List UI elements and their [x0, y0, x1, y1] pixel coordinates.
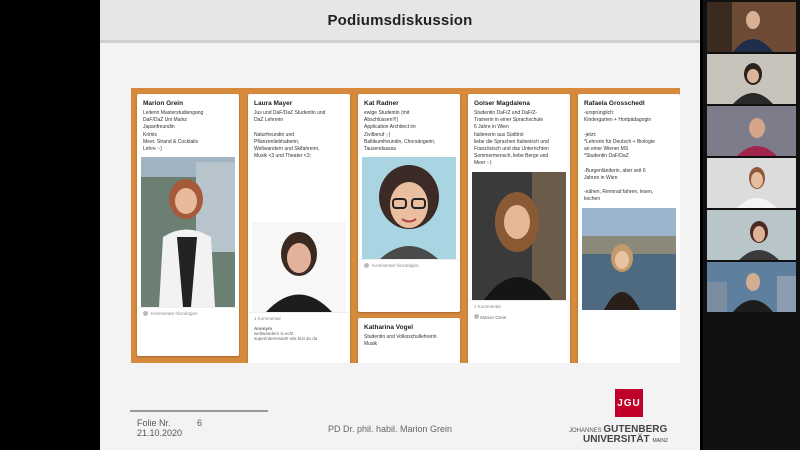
post-author-name: Marion Grein: [143, 100, 184, 107]
comment-count[interactable]: 1 Kommentar: [468, 299, 570, 312]
comment: Marion Grein: [468, 312, 570, 322]
post-photo: [472, 171, 566, 300]
presentation-slide: Podiumsdiskussion Marion Grein Leiterin …: [100, 0, 700, 450]
post-card-laura-mayer[interactable]: Laura Mayer Jus und DaF/DaZ Studentin un…: [248, 94, 350, 363]
participant-video: [707, 2, 796, 52]
board-column-3: Kat Radner ewige Studentin (mit Abschlüs…: [358, 94, 460, 363]
add-comment-bar[interactable]: Kommentar hinzufügen: [358, 259, 460, 271]
participant-video-tile[interactable]: [707, 210, 796, 260]
slide-header: Podiumsdiskussion: [100, 0, 700, 43]
person-photo: [252, 222, 346, 313]
post-card-marion-grein[interactable]: Marion Grein Leiterin Masterstudiengang …: [137, 94, 239, 356]
slide-date: 21.10.2020: [137, 428, 183, 438]
post-author-name: Laura Mayer: [254, 100, 293, 107]
board-column-4: Golser Magdalena Studentin DaF/Z und DaF…: [468, 94, 570, 363]
comment: Anonym weltwandern is echt superinteress…: [254, 326, 318, 342]
board-column-5: Rafaela Grosschedl -ursprünglich: Kinder…: [578, 94, 680, 363]
post-text: Studentin DaF/Z und DaF/Z- Trainerin in …: [474, 110, 549, 167]
post-photo: [252, 222, 346, 313]
post-text: Leiterin Masterstudiengang DaF/DaZ Uni M…: [143, 110, 204, 153]
post-photo: [141, 157, 235, 308]
post-card-rafaela-grosschedl[interactable]: Rafaela Grosschedl -ursprünglich: Kinder…: [578, 94, 680, 363]
video-participants-strip: [703, 0, 800, 450]
participant-video-tile[interactable]: [707, 2, 796, 52]
avatar-icon: [474, 313, 479, 319]
person-photo: [141, 157, 235, 308]
add-comment-bar[interactable]: Kommentar hinzufügen: [137, 307, 239, 319]
post-card-golser-magdalena[interactable]: Golser Magdalena Studentin DaF/Z und DaF…: [468, 94, 570, 363]
participant-video-tile[interactable]: [707, 158, 796, 208]
slide-author: PD Dr. phil. habil. Marion Grein: [328, 424, 453, 434]
participant-video: [707, 262, 796, 312]
post-card-kat-radner[interactable]: Kat Radner ewige Studentin (mit Abschlüs…: [358, 94, 460, 312]
board-column-1: Marion Grein Leiterin Masterstudiengang …: [137, 94, 239, 363]
university-logo-mark: JGU: [615, 389, 643, 417]
post-author-name: Golser Magdalena: [474, 100, 530, 107]
post-author-name: Kat Radner: [364, 100, 399, 107]
post-card-katharina-vogel[interactable]: Katharina Vogel Studentin und Volksschul…: [358, 318, 460, 363]
person-photo: [582, 207, 676, 310]
post-text: Studentin und Volksschullehrerin Musik: [364, 334, 437, 348]
padlet-board[interactable]: Marion Grein Leiterin Masterstudiengang …: [131, 88, 680, 363]
post-text: ewige Studentin (mit Abschlüssen!!!) App…: [364, 110, 436, 153]
footer-divider: [130, 410, 268, 412]
participant-video-tile[interactable]: [707, 54, 796, 104]
avatar-illustration: [362, 157, 456, 260]
avatar-icon: [364, 263, 369, 269]
add-comment-label: Kommentar hinzufügen: [151, 311, 198, 317]
participant-video: [707, 54, 796, 104]
post-text: Jus und DaF/DaZ Studentin und DaZ Lehrer…: [254, 110, 326, 160]
university-name-line-2: UNIVERSITÄT MAINZ: [583, 434, 669, 445]
avatar-icon: [143, 311, 148, 317]
person-photo: [472, 171, 566, 300]
slide-title: Podiumsdiskussion: [327, 11, 473, 29]
participant-video: [707, 106, 796, 156]
post-author-name: Rafaela Grosschedl: [584, 100, 645, 107]
participant-video-tile[interactable]: [707, 262, 796, 312]
slide-number-label: Folie Nr.: [137, 418, 171, 428]
post-author-name: Katharina Vogel: [364, 324, 414, 331]
participant-video-tile[interactable]: [707, 106, 796, 156]
comment-count[interactable]: 1 Kommentar: [248, 312, 350, 324]
participant-video: [707, 210, 796, 260]
slide-number: 6: [197, 418, 203, 428]
participant-video: [707, 158, 796, 208]
post-text: -ursprünglich: Kindergarten + Hortpädago…: [584, 110, 655, 203]
board-column-2: Laura Mayer Jus und DaF/DaZ Studentin un…: [248, 94, 350, 363]
post-photo: [362, 157, 456, 260]
add-comment-label: Kommentar hinzufügen: [372, 263, 419, 269]
post-photo: [582, 207, 676, 310]
